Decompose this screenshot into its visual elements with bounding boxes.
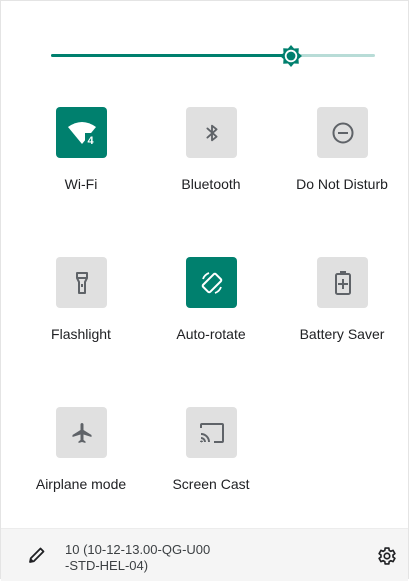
brightness-fill: [51, 54, 291, 57]
airplane-tile-button[interactable]: [56, 407, 107, 458]
airplane-icon: [72, 422, 91, 443]
brightness-icon: [279, 45, 302, 67]
battery-saver-icon: [334, 270, 351, 295]
battery-saver-tile-button[interactable]: [317, 257, 368, 308]
build-number: 10 (10-12-13.00-QG-U00 -STD-HEL-04): [65, 542, 265, 574]
tile-flashlight[interactable]: Flashlight: [16, 257, 146, 367]
tile-label-battery-saver: Battery Saver: [299, 326, 385, 342]
dnd-tile-button[interactable]: [317, 107, 368, 158]
tile-airplane-mode[interactable]: Airplane mode: [16, 407, 146, 517]
tile-label-bluetooth: Bluetooth: [181, 176, 241, 192]
auto-rotate-icon: [201, 271, 222, 294]
tile-do-not-disturb[interactable]: Do Not Disturb: [277, 107, 407, 217]
quick-settings-panel: 4 Wi-Fi Bluetooth Do Not Disturb Flashli…: [0, 0, 409, 581]
tile-label-wifi: Wi-Fi: [64, 176, 98, 192]
tile-label-screen-cast: Screen Cast: [172, 476, 250, 492]
tile-wifi[interactable]: 4 Wi-Fi: [16, 107, 146, 217]
do-not-disturb-icon: [332, 122, 353, 143]
tile-screen-cast[interactable]: Screen Cast: [146, 407, 276, 517]
screen-cast-tile-button[interactable]: [186, 407, 237, 458]
wifi-tile-button[interactable]: 4: [56, 107, 107, 158]
tile-label-dnd: Do Not Disturb: [296, 176, 388, 192]
pencil-icon: [29, 547, 45, 563]
brightness-slider[interactable]: [51, 41, 375, 71]
screen-cast-icon: [199, 422, 224, 443]
tile-auto-rotate[interactable]: Auto-rotate: [146, 257, 276, 367]
tile-label-auto-rotate: Auto-rotate: [176, 326, 246, 342]
brightness-thumb[interactable]: [279, 44, 303, 68]
tile-bluetooth[interactable]: Bluetooth: [146, 107, 276, 217]
tile-label-flashlight: Flashlight: [51, 326, 111, 342]
flashlight-icon: [75, 271, 88, 294]
gear-icon: [378, 547, 396, 565]
wifi-badge: 4: [87, 135, 94, 146]
bluetooth-tile-button[interactable]: [186, 107, 237, 158]
build-number-line1: 10 (10-12-13.00-QG-U00: [65, 542, 211, 557]
flashlight-tile-button[interactable]: [56, 257, 107, 308]
edit-button[interactable]: [27, 545, 47, 565]
settings-button[interactable]: [376, 545, 398, 567]
tile-battery-saver[interactable]: Battery Saver: [277, 257, 407, 367]
quick-settings-footer: 10 (10-12-13.00-QG-U00 -STD-HEL-04): [1, 528, 408, 581]
wifi-icon: 4: [67, 121, 96, 146]
bluetooth-icon: [206, 124, 217, 141]
tile-label-airplane: Airplane mode: [35, 476, 127, 492]
build-number-line2: -STD-HEL-04): [65, 558, 149, 573]
auto-rotate-tile-button[interactable]: [186, 257, 237, 308]
